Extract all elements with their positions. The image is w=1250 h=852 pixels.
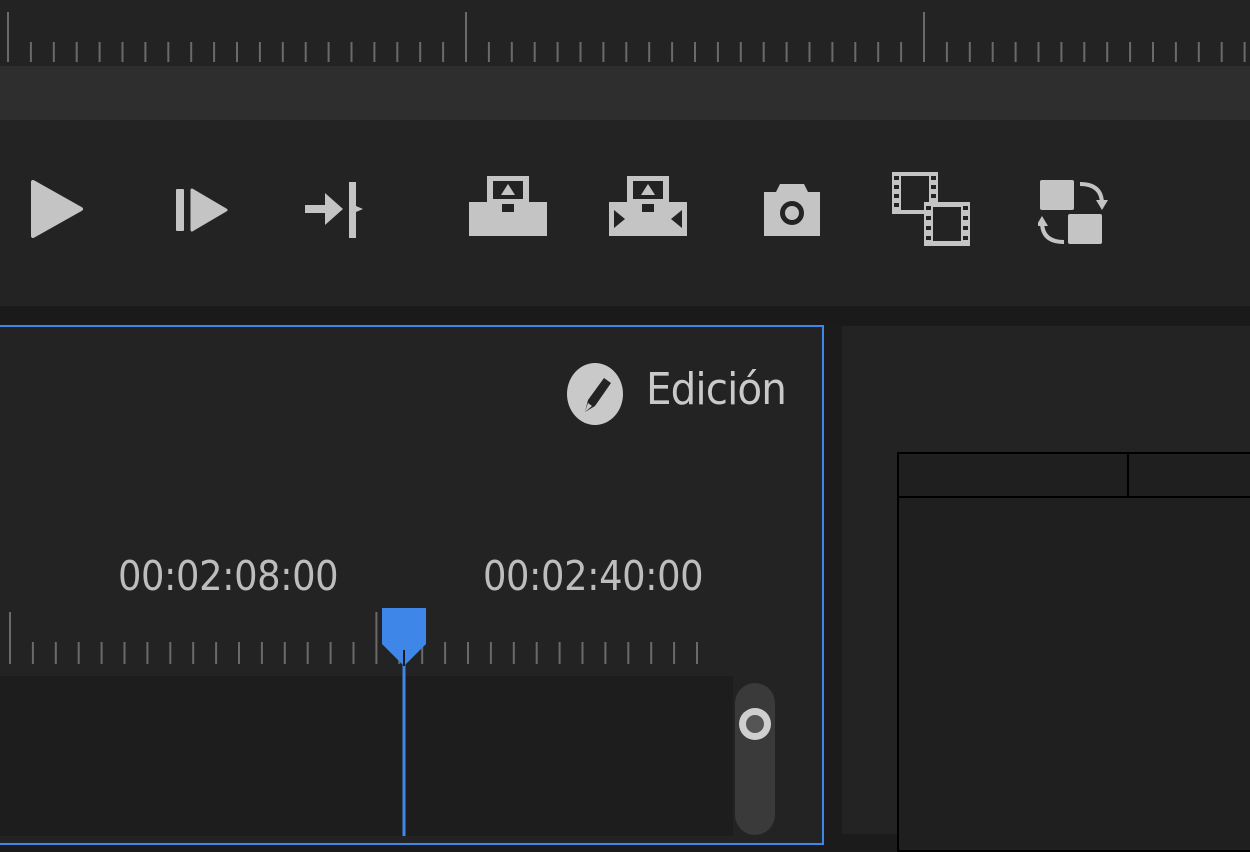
lift-button[interactable] [468,176,550,238]
swap-icon [1038,180,1108,244]
vertical-scrollbar[interactable] [735,683,775,835]
step-forward-button[interactable] [174,188,230,232]
program-table[interactable] [897,452,1250,852]
play-button[interactable] [30,180,84,238]
program-table-header [899,454,1250,498]
scrollbar-handle[interactable] [735,683,775,743]
workspace-label[interactable]: Edición [646,364,787,415]
top-scroll-strip[interactable] [0,66,1250,120]
timecode-label: 00:02:08:00 [118,552,339,600]
extract-icon [609,176,687,236]
export-frame-button[interactable] [762,180,822,238]
go-to-out-button[interactable] [303,180,369,242]
transport-toolbar [0,120,1250,306]
workspace-edit-button[interactable] [566,362,624,426]
go-to-out-icon [305,182,363,238]
top-time-ruler[interactable] [0,0,1250,66]
extract-button[interactable] [608,176,690,238]
timeline-ruler[interactable] [0,604,730,668]
lift-icon [469,176,547,236]
camera-icon [764,184,820,236]
playhead[interactable] [378,606,430,836]
column-divider [1127,454,1129,496]
track-area[interactable] [0,676,733,836]
timecode-label: 00:02:40:00 [483,552,704,600]
film-frames-icon [892,172,970,246]
swap-button[interactable] [1038,178,1110,248]
ruler-ticks [7,12,1246,62]
pencil-icon [567,363,623,425]
multi-camera-button[interactable] [890,170,972,248]
panel-divider [0,306,1250,326]
play-icon [31,180,83,238]
step-forward-icon [176,188,228,232]
